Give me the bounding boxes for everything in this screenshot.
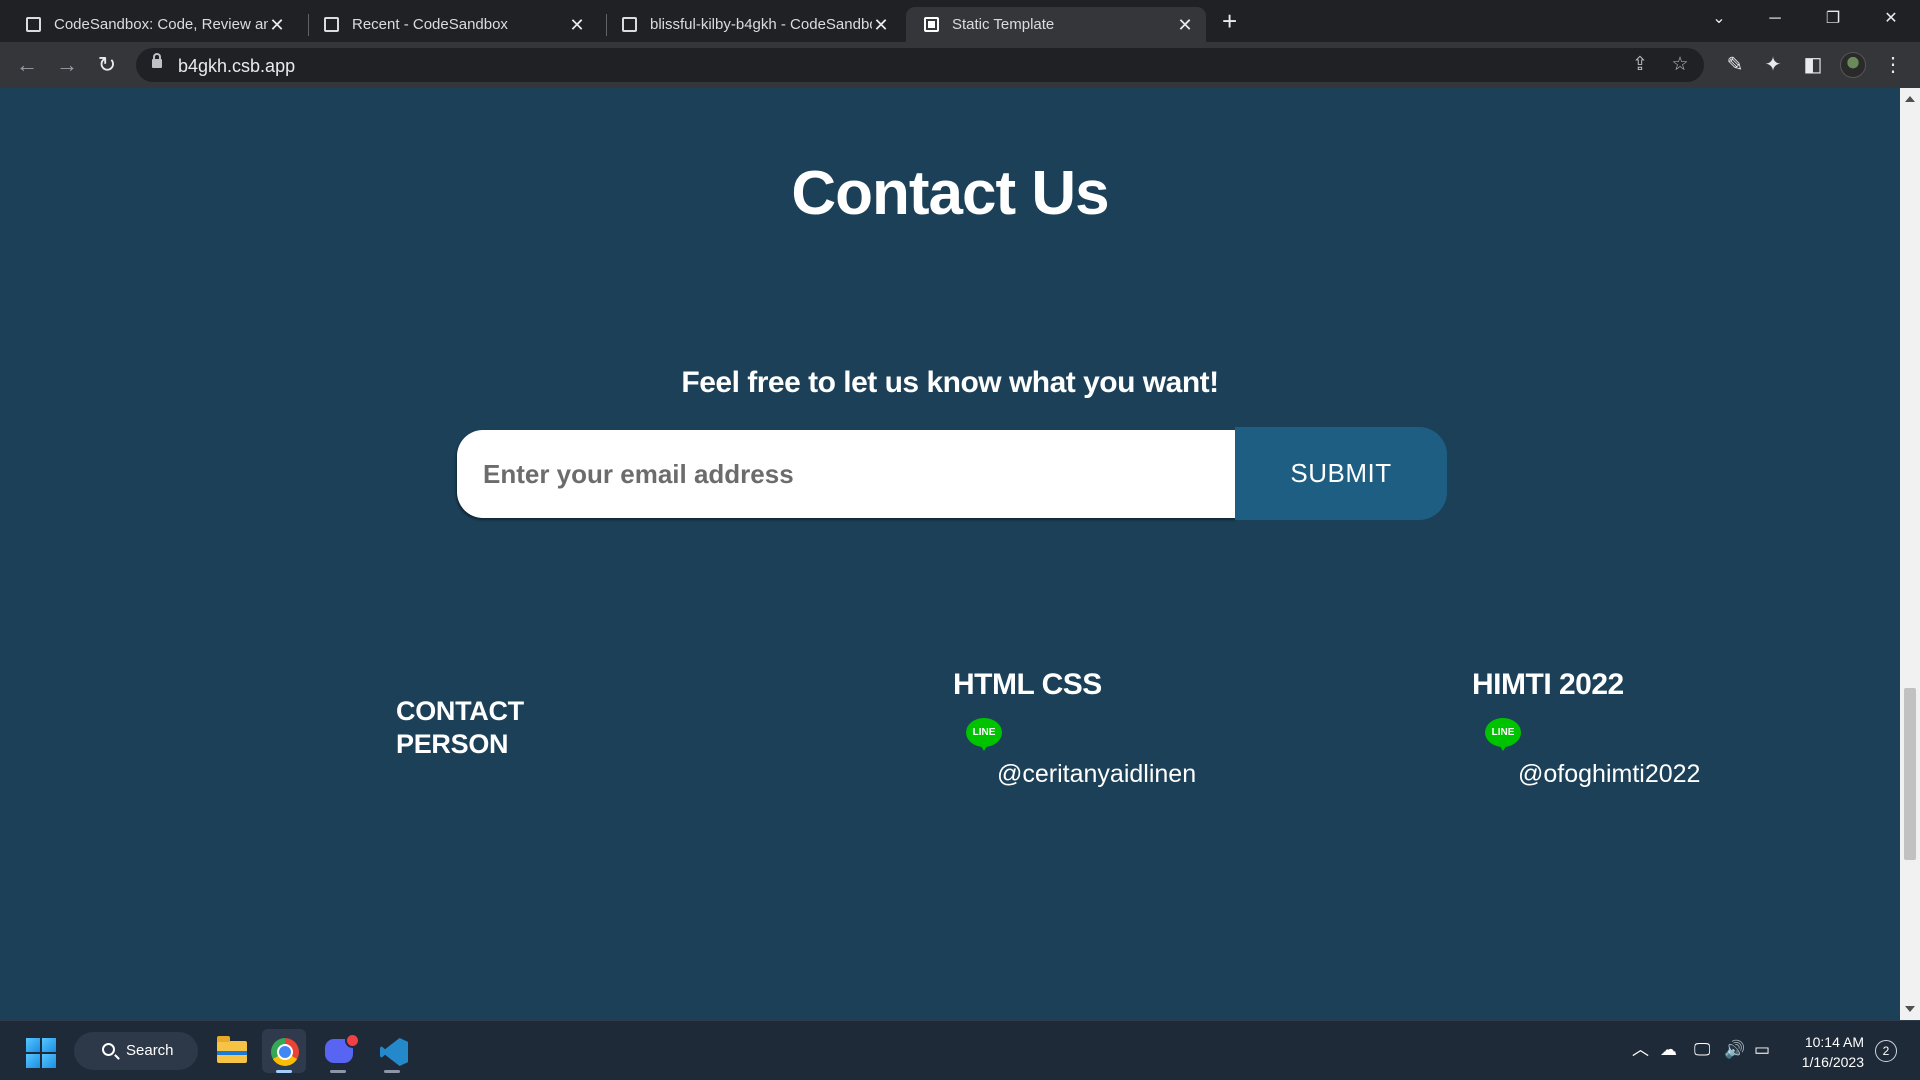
bookmark-star-icon[interactable]: ☆ — [1668, 53, 1692, 77]
restore-button[interactable]: ❐ — [1810, 0, 1856, 38]
line-handle: @ofoghimti2022 — [1518, 760, 1701, 788]
network-icon[interactable]: 🖵 — [1694, 1039, 1710, 1061]
browser-toolbar: ← → ↻ b4gkh.csb.app ⇪ ☆ ✎ ✦ ◧ ⋮ — [0, 42, 1920, 88]
column-title: HTML CSS — [953, 668, 1102, 701]
clock-time: 10:14 AM — [1804, 1034, 1864, 1050]
extensions-puzzle-icon[interactable]: ✦ — [1760, 52, 1786, 78]
forward-arrow-icon[interactable]: → — [52, 50, 82, 80]
line-app-icon[interactable]: LINE — [966, 718, 1002, 751]
pen-extension-icon[interactable]: ✎ — [1722, 52, 1748, 78]
search-label: Search — [126, 1042, 174, 1059]
tab-static-template[interactable]: Static Template ✕ — [906, 7, 1206, 42]
footer-column-html-css: HTML CSS LINE @ceritanyaidlinen — [953, 668, 1196, 788]
codesandbox-icon — [324, 17, 339, 32]
share-icon[interactable]: ⇪ — [1628, 53, 1652, 77]
minimize-button[interactable]: ─ — [1752, 0, 1798, 38]
scrollbar-thumb[interactable] — [1904, 688, 1916, 860]
codesandbox-icon — [622, 17, 637, 32]
vscode-icon[interactable] — [370, 1029, 414, 1073]
tab-title: Recent - CodeSandbox — [352, 16, 508, 33]
address-bar[interactable]: b4gkh.csb.app ⇪ ☆ — [136, 48, 1704, 82]
tab-title: blissful-kilby-b4gkh - CodeSandbox — [650, 16, 872, 33]
close-icon[interactable]: ✕ — [268, 16, 286, 34]
contact-person-heading: CONTACT PERSON — [396, 696, 524, 759]
back-arrow-icon[interactable]: ← — [12, 50, 42, 80]
tab-search-chevron-icon[interactable]: ⌄ — [1696, 0, 1742, 38]
tab-title: Static Template — [952, 16, 1055, 33]
discord-icon[interactable] — [316, 1029, 360, 1073]
footer-column-himti: HIMTI 2022 LINE @ofoghimti2022 — [1472, 668, 1700, 788]
codesandbox-icon — [26, 17, 41, 32]
tab-codesandbox-home[interactable]: CodeSandbox: Code, Review and Deploy ✕ — [8, 7, 298, 42]
taskbar-search-button[interactable]: Search — [74, 1032, 198, 1070]
taskbar-clock[interactable]: 10:14 AM 1/16/2023 — [1790, 1032, 1864, 1072]
tray-chevron-up-icon[interactable]: ︿ — [1632, 1039, 1649, 1061]
onedrive-cloud-icon[interactable]: ☁ — [1660, 1039, 1677, 1061]
side-panel-icon[interactable]: ◧ — [1800, 52, 1826, 78]
profile-avatar[interactable] — [1840, 52, 1866, 78]
chrome-icon[interactable] — [262, 1029, 306, 1073]
notification-badge[interactable]: 2 — [1875, 1040, 1897, 1062]
lock-icon[interactable] — [152, 53, 162, 68]
windows-taskbar: Search ︿ ☁ 🖵 🔊 ▭ 10:14 AM 1/16/2023 2 — [0, 1020, 1920, 1080]
scroll-down-arrow-icon[interactable] — [1905, 1006, 1915, 1012]
reload-icon[interactable]: ↻ — [92, 50, 122, 80]
close-window-button[interactable]: ✕ — [1868, 0, 1914, 38]
volume-icon[interactable]: 🔊 — [1724, 1039, 1745, 1061]
menu-kebab-icon[interactable]: ⋮ — [1880, 52, 1906, 78]
windows-start-icon[interactable] — [26, 1038, 56, 1068]
tab-recent-codesandbox[interactable]: Recent - CodeSandbox ✕ — [306, 7, 598, 42]
line-app-icon[interactable]: LINE — [1485, 718, 1521, 751]
page-subtitle: Feel free to let us know what you want! — [681, 366, 1219, 399]
url-text[interactable]: b4gkh.csb.app — [178, 56, 295, 77]
page-scrollbar[interactable] — [1900, 88, 1920, 1020]
codesandbox-icon — [924, 17, 939, 32]
close-icon[interactable]: ✕ — [872, 16, 890, 34]
browser-tab-bar: CodeSandbox: Code, Review and Deploy ✕ R… — [0, 0, 1920, 42]
tab-blissful-kilby[interactable]: blissful-kilby-b4gkh - CodeSandbox ✕ — [604, 7, 902, 42]
close-icon[interactable]: ✕ — [568, 16, 586, 34]
column-title: HIMTI 2022 — [1472, 668, 1624, 701]
page-title: Contact Us — [791, 159, 1109, 228]
scroll-up-arrow-icon[interactable] — [1905, 96, 1915, 102]
close-icon[interactable]: ✕ — [1176, 16, 1194, 34]
battery-icon[interactable]: ▭ — [1754, 1039, 1770, 1061]
new-tab-button[interactable]: + — [1222, 6, 1237, 36]
search-icon — [102, 1043, 115, 1056]
submit-button[interactable]: SUBMIT — [1235, 427, 1447, 520]
tab-title: CodeSandbox: Code, Review and Deploy — [54, 16, 268, 33]
email-subscribe-form: SUBMIT — [457, 427, 1449, 520]
file-explorer-icon[interactable] — [208, 1029, 252, 1073]
line-handle: @ceritanyaidlinen — [997, 760, 1197, 788]
email-input[interactable] — [457, 430, 1237, 518]
clock-date: 1/16/2023 — [1801, 1054, 1864, 1070]
